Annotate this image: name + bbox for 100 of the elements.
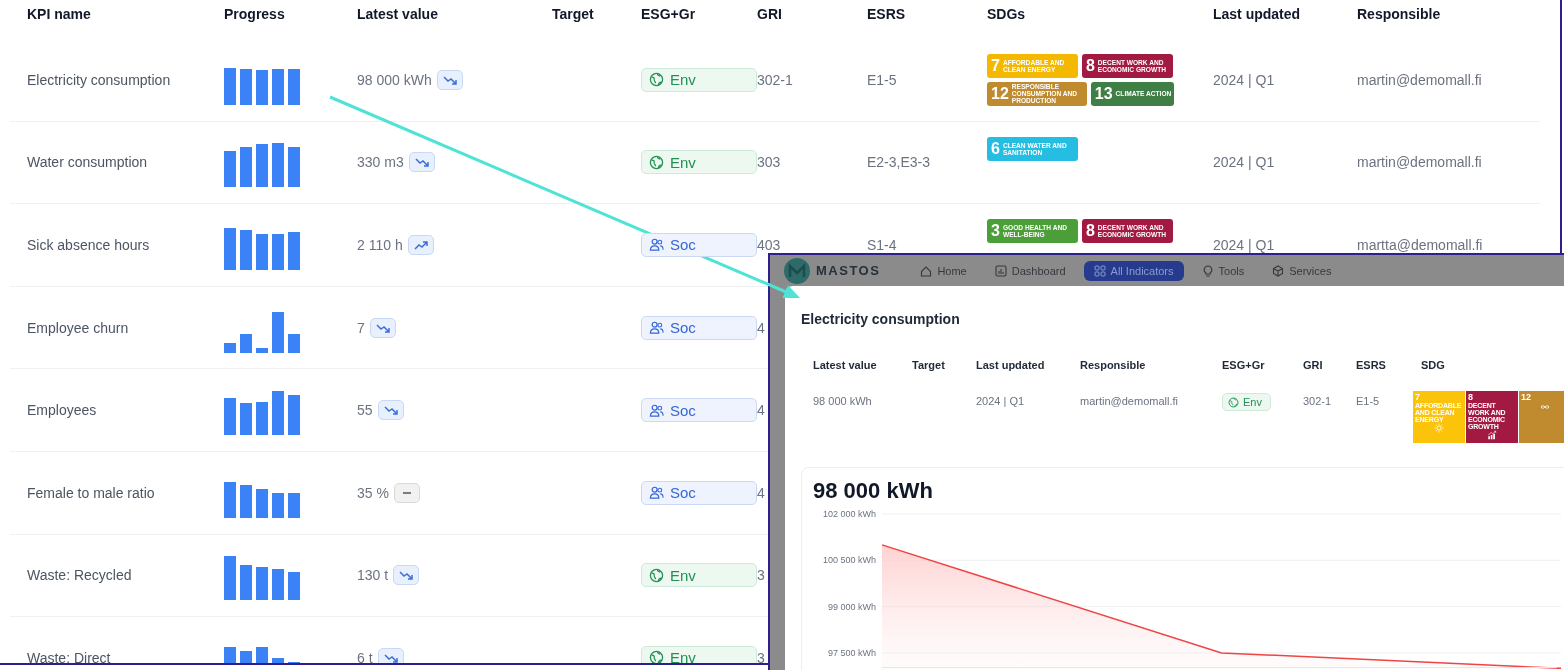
latest-value: 98 000 kWh [357,71,432,88]
trend-down-icon [414,157,429,168]
column-header: SDG [1421,358,1445,372]
axis-label: 99 000 kWh [827,601,876,612]
trend-down-icon [383,652,398,663]
column-header: Responsible [1357,6,1441,24]
sdg-number: 8 [1085,57,1095,74]
globe-icon [649,154,664,170]
gri-code: 302-1 [757,71,793,88]
sdg-number: 3 [991,223,1000,240]
sdg-number: 8 [1085,223,1095,240]
column-header: Last updated [1213,6,1301,24]
column-header: Last updated [976,358,1045,372]
axis-label: 100 500 kWh [822,555,876,566]
gri-code: 3 [757,649,765,663]
nav-item[interactable]: Home [910,260,977,281]
trend-down-icon [375,322,390,333]
globe-icon [1228,396,1239,408]
column-header: Latest value [813,358,877,372]
people-icon [649,485,664,501]
column-header: GRI [1303,358,1323,372]
column-header: Responsible [1080,358,1146,372]
globe-icon [649,650,664,663]
nav-item[interactable]: Services [1262,260,1342,281]
chart-headline: 98 000 kWh [813,478,933,504]
trend-down-icon [442,74,457,85]
category-tag: Soc [641,233,757,257]
infinity-icon [1540,402,1550,412]
responsible-email: martin@demomall.fi [1357,154,1482,171]
gri-code: 3 [757,567,765,584]
nav-item[interactable]: All Indicators [1083,260,1184,281]
axis-label: 102 000 kWh [822,509,876,519]
category-tag: Env [641,150,757,175]
kpi-name: Waste: Recycled [27,567,132,584]
latest-value: 98 000 kWh [813,394,872,409]
kpi-name: Female to male ratio [27,484,155,501]
category-tag: Soc [641,398,757,423]
column-header: ESRS [867,6,906,24]
trend-down-icon [383,405,398,416]
axis-label: 97 500 kWh [827,647,876,658]
sun-icon [1434,423,1444,433]
esrs-code: E1-5 [867,71,897,88]
kpi-name: Water consumption [27,154,148,171]
gri-code: 303 [757,154,781,171]
kpi-name: Sick absence hours [27,237,150,253]
globe-icon [649,72,664,88]
esrs-code: E1-5 [1356,394,1380,409]
sdg-number: 13 [1094,85,1113,102]
column-header: ESRS [1356,358,1386,372]
category-tag: Env [1222,393,1271,411]
grid-icon [1093,264,1106,277]
gri-code: 4 [757,319,765,336]
sdg-number: 12 [1521,393,1531,402]
gri-code: 4 [757,402,765,419]
lightbulb-icon [1201,264,1214,277]
esrs-code: S1-4 [867,237,897,253]
latest-value: 55 [357,402,373,419]
bar-chart-icon [994,264,1007,277]
column-header: ESG+Gr [1222,358,1265,372]
trend-down-icon [399,570,414,581]
category-tag: Soc [641,480,757,505]
latest-value: 6 t [357,649,373,663]
latest-value: 330 m3 [357,154,404,171]
latest-value: 130 t [357,567,389,584]
column-header: ESG+Gr [641,6,696,24]
logo-text: MASTOS [816,263,881,278]
column-header: Target [552,6,594,24]
column-header: Latest value [357,6,438,24]
column-header: Target [912,358,945,372]
latest-value: 7 [357,319,365,336]
last-updated: 2024 | Q1 [976,394,1025,409]
kpi-name: Electricity consumption [27,71,171,88]
column-header: SDGs [987,6,1026,24]
gri-code: 302-1 [1303,394,1332,409]
responsible-email: martin@demomall.fi [1357,71,1482,88]
category-tag: Env [641,67,757,92]
nav-item[interactable]: Dashboard [984,260,1076,281]
globe-icon [649,567,664,583]
nav-item[interactable]: Tools [1191,260,1255,281]
sdg-number: 7 [991,57,1000,74]
gri-code: 403 [757,237,781,253]
category-tag: Env [641,563,757,588]
responsible-email: martta@demomall.fi [1357,237,1483,253]
column-header: KPI name [27,6,91,24]
gri-code: 4 [757,484,765,501]
sdg-number: 6 [991,140,1000,157]
category-tag: Soc [641,315,757,340]
category-tag: Env [641,645,757,663]
kpi-name: Waste: Direct [27,649,111,663]
sdg-number: 12 [991,85,1009,102]
dialog-title: Electricity consumption [801,310,961,328]
sdg-number: 7 [1415,393,1420,402]
latest-value: 2 110 h [357,237,403,253]
trend-up-icon [413,240,428,250]
sdg-number: 8 [1468,393,1473,402]
responsible-email: martin@demomall.fi [1080,394,1178,409]
column-header: Progress [224,6,285,24]
kpi-name: Employee churn [27,319,129,336]
last-updated: 2024 | Q1 [1213,237,1275,253]
last-updated: 2024 | Q1 [1213,71,1275,88]
